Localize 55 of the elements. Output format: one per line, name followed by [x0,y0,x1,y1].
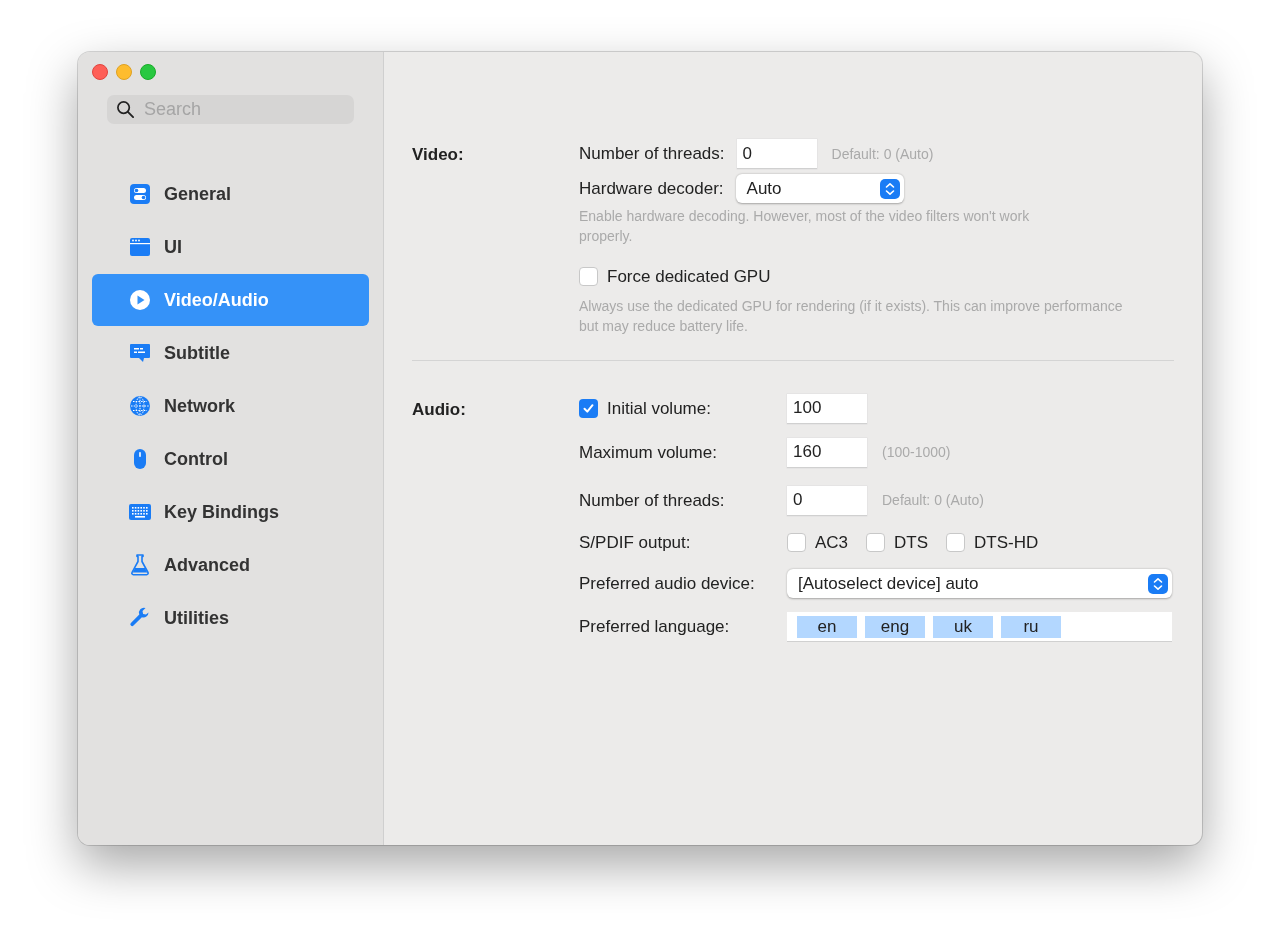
field-label: Number of threads: [579,489,725,512]
globe-icon [128,394,152,418]
field-label: Hardware decoder: [579,177,724,200]
checkbox[interactable] [787,532,806,552]
language-tag[interactable]: uk [933,615,993,638]
description-text: Always use the dedicated GPU for rendering (if it exists). This can improve performance but may reduce battery life. [579,296,1124,336]
sidebar-item[interactable]: Network [92,380,369,432]
updown-chevron-icon [879,178,900,199]
sidebar-item[interactable]: Subtitle [92,327,369,379]
field-label: Preferred language: [579,616,730,639]
number-field[interactable]: 0 [787,485,867,516]
search-icon [116,100,135,119]
number-field[interactable]: 100 [787,393,867,424]
sidebar-item[interactable]: Control [92,433,369,485]
checkbox-label: DTS-HD [974,531,1039,554]
checkbox[interactable] [866,532,886,552]
dropdown[interactable]: Auto [735,174,904,203]
checkbox[interactable] [946,532,966,552]
dropdown[interactable]: [Autoselect device] auto [787,569,1172,598]
section-title: Audio: [412,398,467,421]
checkmark-icon [582,402,595,415]
window-icon [128,235,152,259]
language-tag[interactable]: ru [1001,615,1061,638]
minimize-button[interactable] [116,64,132,80]
checkbox[interactable] [579,267,598,287]
field-label: Initial volume: [607,397,711,420]
description-text: Enable hardware decoding. However, most of the video filters won't work properly. [579,207,1031,246]
number-field[interactable]: 0 [736,139,817,169]
field-label: Maximum volume: [579,441,717,464]
hint-text: Default: 0 (Auto) [831,144,934,164]
field-label: S/PDIF output: [579,531,691,554]
hint-text: (100-1000) [882,443,951,462]
checkbox-label: AC3 [815,531,849,554]
checkbox-label: DTS [894,531,929,554]
sidebar-item[interactable]: General [92,168,369,220]
sidebar-item[interactable]: Utilities [92,592,369,644]
language-tag[interactable]: en [797,615,857,638]
sidebar-item[interactable]: UI [92,221,369,273]
checkbox[interactable] [579,399,598,418]
updown-chevron-icon [1148,573,1168,594]
toggle-switches-icon [128,182,152,206]
sidebar-item[interactable]: Advanced [92,539,369,591]
play-circle-icon [128,288,152,312]
token-field[interactable]: en eng uk ru [787,612,1172,642]
section-title: Video: [412,144,465,166]
zoom-button[interactable] [140,64,156,80]
checkbox-label: Force dedicated GPU [607,266,771,288]
number-field[interactable]: 160 [787,437,867,468]
close-button[interactable] [92,64,108,80]
field-label: Number of threads: [579,143,725,166]
field-label: Preferred audio device: [579,572,755,595]
hint-text: Default: 0 (Auto) [882,491,984,510]
language-tag[interactable]: eng [865,615,925,638]
flask-icon [128,553,152,577]
sidebar-item[interactable]: Key Bindings [92,486,369,538]
